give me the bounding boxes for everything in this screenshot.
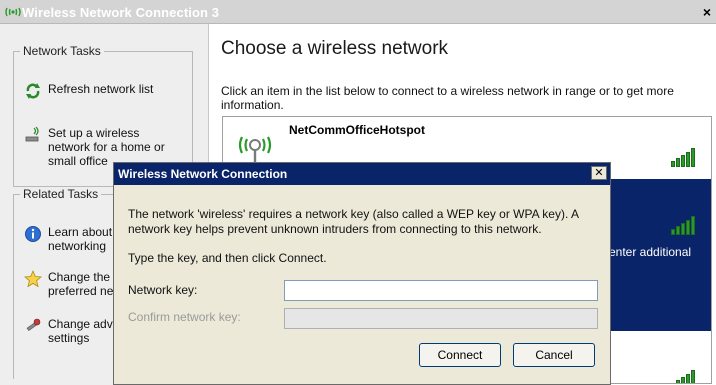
network-detail-text: enter additional xyxy=(609,245,692,259)
learn-about-wireless-link[interactable]: Learn about networking xyxy=(24,225,112,253)
dialog-instruction: Type the key, and then click Connect. xyxy=(128,251,327,265)
signal-strength-icon xyxy=(671,369,701,383)
change-preferred-order-link[interactable]: Change the preferred ne xyxy=(24,270,113,298)
intro-text: Click an item in the list below to conne… xyxy=(221,84,674,112)
info-icon xyxy=(25,226,41,242)
confirm-key-input[interactable] xyxy=(284,308,598,329)
task-label: Refresh network list xyxy=(48,82,154,96)
change-advanced-settings-link[interactable]: Change adv settings xyxy=(24,317,113,345)
page-title: Choose a wireless network xyxy=(221,38,449,59)
task-label-line: Learn about xyxy=(48,225,113,239)
wireless-network-icon xyxy=(238,136,272,165)
wireless-icon xyxy=(5,7,21,17)
task-label-line: networking xyxy=(48,239,107,253)
wireless-setup-icon xyxy=(25,126,39,142)
related-tasks-title: Related Tasks xyxy=(20,187,102,201)
cancel-button[interactable]: Cancel xyxy=(513,343,595,367)
refresh-network-list-link[interactable]: Refresh network list xyxy=(24,82,153,100)
dialog-titlebar[interactable]: Wireless Network Connection ✕ xyxy=(114,163,610,185)
refresh-icon xyxy=(26,83,40,99)
signal-strength-icon xyxy=(671,215,701,235)
task-label-line: settings xyxy=(48,331,90,345)
network-name: NetCommOfficeHotspot xyxy=(289,123,426,137)
connect-button[interactable]: Connect xyxy=(419,343,501,367)
window-close-button[interactable]: × xyxy=(700,4,714,20)
window-title: Wireless Network Connection 3 xyxy=(22,5,220,20)
network-key-input[interactable] xyxy=(284,280,598,301)
star-icon xyxy=(24,270,42,288)
network-tasks-title: Network Tasks xyxy=(20,44,104,58)
dialog-title: Wireless Network Connection xyxy=(118,167,288,181)
settings-icon xyxy=(26,318,41,332)
confirm-key-label: Confirm network key: xyxy=(128,310,241,324)
window-titlebar[interactable]: Wireless Network Connection 3 × xyxy=(0,0,716,24)
task-label-line: Change adv xyxy=(48,317,113,331)
dialog-close-button[interactable]: ✕ xyxy=(591,166,607,180)
signal-strength-icon xyxy=(671,147,701,167)
network-key-label: Network key: xyxy=(128,283,198,297)
network-key-dialog: Wireless Network Connection ✕ The networ… xyxy=(113,162,611,385)
task-label-line: Change the xyxy=(48,270,111,284)
dialog-message: The network 'wireless' requires a networ… xyxy=(128,207,579,236)
task-label-line: preferred ne xyxy=(48,284,114,298)
